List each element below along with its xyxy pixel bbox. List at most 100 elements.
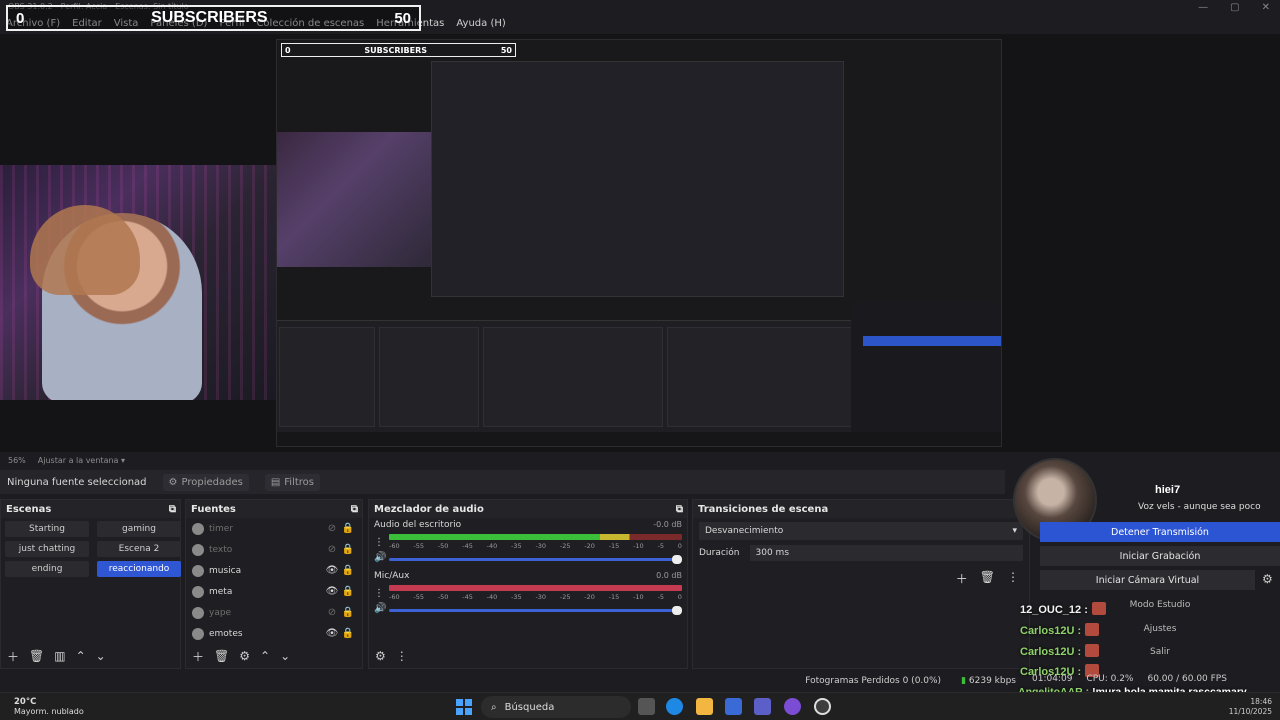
scene-item-active[interactable]: reaccionando bbox=[97, 561, 181, 577]
edge-browser-icon[interactable] bbox=[666, 698, 683, 715]
sources-dock: Fuentes ⧉ timer ⊘ 🔒 texto ⊘ 🔒 musica 👁 🔒 meta 👁 🔒… bbox=[185, 499, 363, 669]
lock-icon[interactable]: 🔒 bbox=[340, 586, 356, 597]
lock-icon[interactable]: 🔒 bbox=[340, 565, 356, 576]
eye-icon[interactable]: 👁 bbox=[324, 628, 340, 639]
studio-mode-button[interactable]: Modo Estudio bbox=[1110, 596, 1210, 614]
scale-tick: -10 bbox=[633, 542, 644, 550]
weather-widget[interactable]: 20°C Mayorm. nublado bbox=[14, 697, 84, 717]
fit-to-window-dropdown[interactable]: Ajustar a la ventana ▾ bbox=[38, 456, 125, 465]
filter-icon[interactable]: ▥ bbox=[54, 649, 65, 663]
taskbar-clock[interactable]: 18:46 11/10/2025 bbox=[1229, 697, 1272, 717]
scene-list: Starting gaming just chatting Escena 2 e… bbox=[1, 518, 181, 580]
gear-icon[interactable]: ⚙ bbox=[239, 649, 250, 663]
scene-item[interactable]: Escena 2 bbox=[97, 541, 181, 557]
trash-icon[interactable]: 🗑 bbox=[29, 649, 44, 663]
scale-tick: -25 bbox=[559, 593, 571, 601]
more-options-icon[interactable]: ⋮ bbox=[1007, 570, 1019, 587]
add-icon[interactable]: ＋ bbox=[7, 648, 19, 665]
gear-icon[interactable]: ⚙ bbox=[375, 649, 386, 663]
volume-slider-knob[interactable] bbox=[672, 605, 682, 615]
start-virtual-camera-button[interactable]: Iniciar Cámara Virtual bbox=[1040, 570, 1255, 590]
undock-icon[interactable]: ⧉ bbox=[676, 504, 683, 515]
trash-icon[interactable]: 🗑 bbox=[214, 649, 229, 663]
source-type-icon bbox=[192, 606, 204, 619]
more-options-icon[interactable]: ⋮ bbox=[374, 537, 384, 548]
chat-user: 12_OUC_12 : bbox=[1020, 604, 1088, 616]
source-row[interactable]: texto ⊘ 🔒 bbox=[186, 539, 362, 560]
move-down-icon[interactable]: ⌄ bbox=[96, 649, 106, 663]
source-row[interactable]: timer ⊘ 🔒 bbox=[186, 518, 362, 539]
taskbar-search[interactable]: ⌕ Búsqueda bbox=[481, 696, 631, 718]
move-up-icon[interactable]: ⌃ bbox=[260, 649, 270, 663]
eye-icon[interactable]: 👁 bbox=[324, 586, 340, 597]
scene-item[interactable]: Starting bbox=[5, 521, 89, 537]
more-options-icon[interactable]: ⋮ bbox=[396, 649, 408, 663]
clock-time: 18:46 bbox=[1250, 697, 1272, 706]
task-view-icon[interactable] bbox=[638, 698, 655, 715]
volume-slider[interactable] bbox=[389, 554, 682, 564]
filters-label: Filtros bbox=[284, 476, 315, 488]
transition-actions: ＋ 🗑 ⋮ bbox=[693, 564, 1029, 593]
scene-item[interactable]: gaming bbox=[97, 521, 181, 537]
teams-icon[interactable] bbox=[754, 698, 771, 715]
duration-input[interactable]: 300 ms bbox=[749, 545, 1023, 561]
eye-hidden-icon[interactable]: ⊘ bbox=[324, 544, 340, 555]
add-icon[interactable]: ＋ bbox=[956, 570, 968, 587]
source-row[interactable]: emotes 👁 🔒 bbox=[186, 623, 362, 644]
chat-row: Carlos12U : bbox=[1020, 623, 1100, 637]
eye-hidden-icon[interactable]: ⊘ bbox=[324, 523, 340, 534]
speaker-icon[interactable]: 🔊 bbox=[374, 603, 386, 614]
move-up-icon[interactable]: ⌃ bbox=[76, 649, 86, 663]
gear-icon[interactable]: ⚙ bbox=[1262, 572, 1273, 586]
properties-button[interactable]: ⚙ Propiedades bbox=[162, 473, 249, 491]
source-row[interactable]: yape ⊘ 🔒 bbox=[186, 602, 362, 623]
volume-slider-knob[interactable] bbox=[672, 554, 682, 564]
scale-tick: -50 bbox=[437, 542, 449, 550]
chat-row: 12_OUC_12 : bbox=[1020, 602, 1106, 616]
file-explorer-icon[interactable] bbox=[696, 698, 713, 715]
source-row[interactable]: meta 👁 🔒 bbox=[186, 581, 362, 602]
add-icon[interactable]: ＋ bbox=[192, 648, 204, 665]
transition-select[interactable]: Desvanecimiento ▾ bbox=[699, 522, 1023, 540]
eye-icon[interactable]: 👁 bbox=[324, 565, 340, 576]
obs-icon[interactable] bbox=[814, 698, 831, 715]
scale-tick: -45 bbox=[462, 593, 473, 601]
trash-icon[interactable]: 🗑 bbox=[980, 570, 995, 587]
speaker-icon[interactable]: 🔊 bbox=[374, 552, 386, 563]
scene-item[interactable]: ending bbox=[5, 561, 89, 577]
menu-help[interactable]: Ayuda (H) bbox=[456, 18, 505, 29]
minimize-button[interactable]: — bbox=[1198, 2, 1208, 13]
bitrate-value: 6239 kbps bbox=[968, 676, 1016, 686]
undock-icon[interactable]: ⧉ bbox=[169, 504, 176, 515]
source-row[interactable]: musica 👁 🔒 bbox=[186, 560, 362, 581]
scene-item[interactable]: just chatting bbox=[5, 541, 89, 557]
gear-icon: ⚙ bbox=[168, 476, 178, 488]
move-down-icon[interactable]: ⌄ bbox=[280, 649, 290, 663]
settings-button[interactable]: Ajustes bbox=[1110, 620, 1210, 638]
more-options-icon[interactable]: ⋮ bbox=[374, 588, 384, 599]
undock-icon[interactable]: ⧉ bbox=[351, 504, 358, 515]
store-icon[interactable] bbox=[725, 698, 742, 715]
exit-button[interactable]: Salir bbox=[1110, 643, 1210, 661]
source-name: timer bbox=[209, 523, 234, 534]
stop-streaming-button[interactable]: Detener Transmisión bbox=[1040, 522, 1280, 542]
scale-tick: -15 bbox=[608, 593, 620, 601]
meter-scale: -60 -55 -50 -45 -40 -35 -30 -25 -20 -15 -10 -5 0 bbox=[389, 542, 682, 550]
lock-icon[interactable]: 🔒 bbox=[340, 544, 356, 555]
lock-icon[interactable]: 🔒 bbox=[340, 607, 356, 618]
track-name: Mic/Aux bbox=[374, 571, 410, 581]
weather-temp: 20°C bbox=[14, 697, 37, 707]
lock-icon[interactable]: 🔒 bbox=[340, 523, 356, 534]
scale-tick: -40 bbox=[486, 593, 498, 601]
start-recording-button[interactable]: Iniciar Grabación bbox=[1040, 546, 1280, 566]
maximize-button[interactable]: ▢ bbox=[1230, 2, 1239, 13]
discord-icon[interactable] bbox=[784, 698, 801, 715]
volume-slider[interactable] bbox=[389, 605, 682, 615]
eye-hidden-icon[interactable]: ⊘ bbox=[324, 607, 340, 618]
filters-button[interactable]: ▤ Filtros bbox=[264, 473, 321, 491]
scene-transitions-dock: Transiciones de escena Desvanecimiento ▾ … bbox=[692, 499, 1030, 669]
lock-icon[interactable]: 🔒 bbox=[340, 628, 356, 639]
windows-start-icon[interactable] bbox=[456, 699, 472, 715]
close-button[interactable]: ✕ bbox=[1262, 2, 1270, 13]
scale-tick: -25 bbox=[559, 542, 571, 550]
